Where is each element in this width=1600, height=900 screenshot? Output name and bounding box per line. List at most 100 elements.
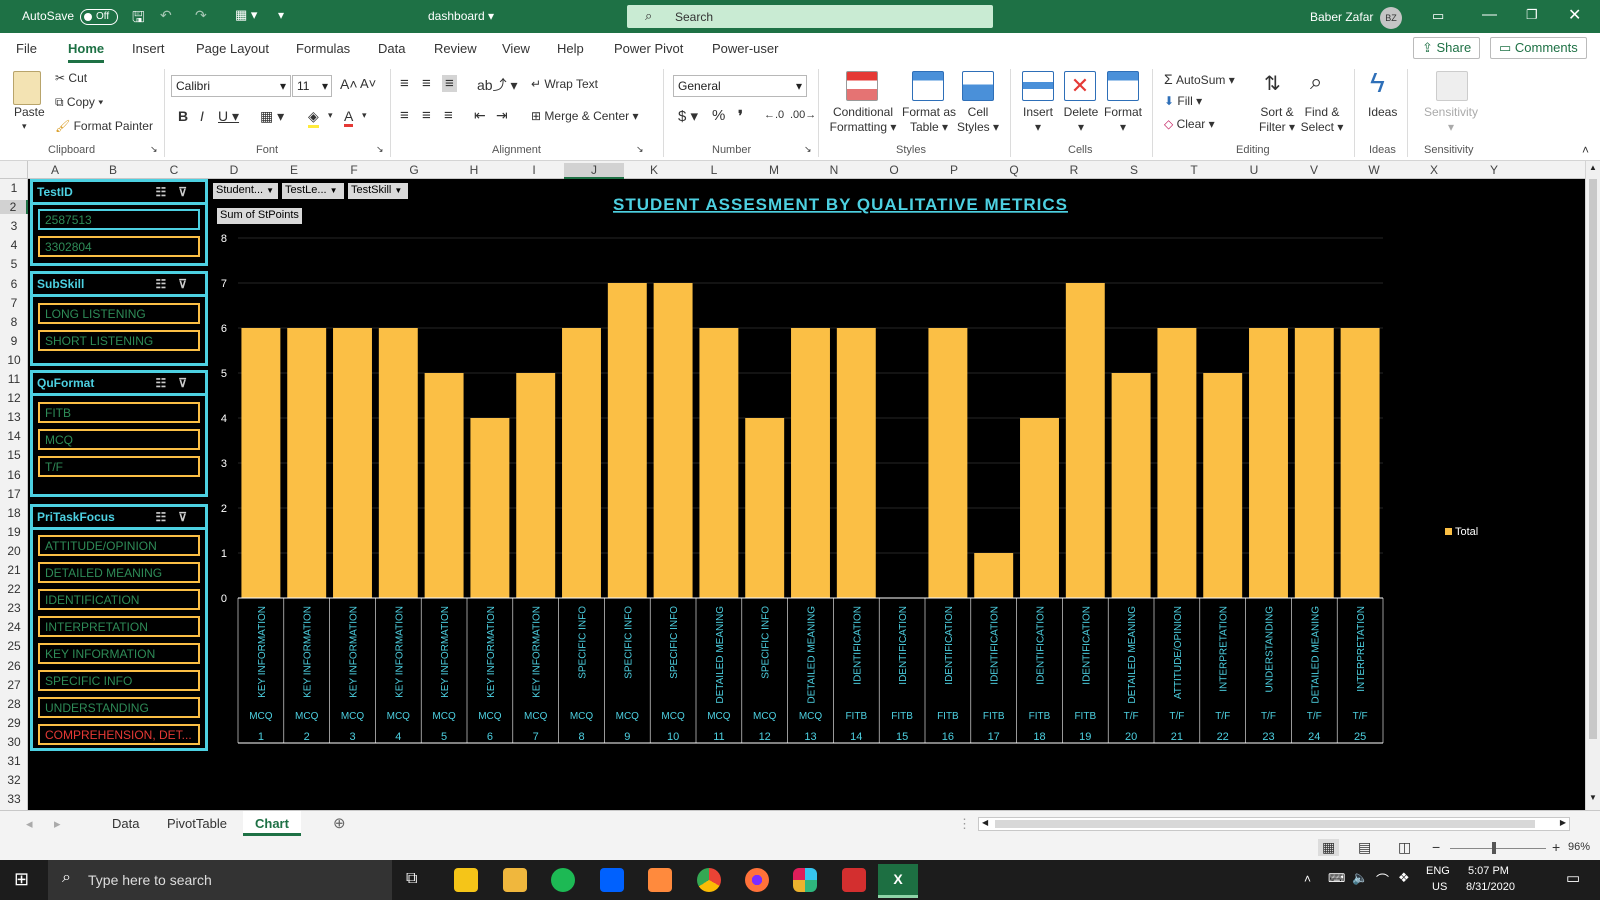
close-icon[interactable]: ✕ — [1568, 5, 1581, 25]
wrap-text-button[interactable]: ↵ Wrap Text — [531, 77, 598, 91]
row-header[interactable]: 5 — [0, 257, 28, 271]
sheet-tab-data[interactable]: Data — [112, 816, 139, 831]
pivot-chart[interactable]: STUDENT ASSESMENT BY QUALITATIVE METRICS… — [28, 179, 1585, 810]
increase-font-icon[interactable]: A˄ — [340, 76, 358, 92]
column-header[interactable]: A — [28, 163, 82, 177]
column-header[interactable]: I — [504, 163, 564, 177]
conditional-formatting-icon[interactable] — [846, 71, 878, 101]
slack-icon[interactable] — [793, 868, 817, 892]
excel-icon[interactable]: X — [878, 864, 918, 898]
file-explorer-icon[interactable] — [503, 868, 527, 892]
column-header[interactable]: L — [684, 163, 744, 177]
column-header[interactable]: X — [1404, 163, 1464, 177]
share-button[interactable]: ⇪ Share — [1413, 37, 1481, 59]
row-header[interactable]: 8 — [0, 315, 28, 329]
next-sheet-icon[interactable]: ▸ — [54, 816, 61, 832]
format-painter-button[interactable]: 🖌 Format Painter — [55, 119, 153, 133]
merge-center-button[interactable]: ⊞ Merge & Center ▾ — [531, 109, 638, 123]
alignment-launcher-icon[interactable]: ↘ — [636, 144, 644, 155]
column-header[interactable]: E — [264, 163, 324, 177]
wifi-icon[interactable]: ⌒ — [1376, 870, 1389, 889]
prev-sheet-icon[interactable]: ◂ — [26, 816, 33, 832]
sort-filter-icon[interactable]: ⇅ — [1264, 71, 1281, 96]
format-as-table-icon[interactable] — [912, 71, 944, 101]
align-center-icon[interactable]: ≡ — [422, 107, 431, 124]
format-as-table-button[interactable]: Format as Table ▾ — [897, 105, 961, 135]
italic-icon[interactable]: I — [200, 108, 204, 124]
chrome-icon[interactable] — [697, 868, 721, 892]
hscroll-thumb[interactable] — [995, 820, 1535, 828]
copy-button[interactable]: ⧉ Copy ▾ — [55, 95, 103, 110]
pivot-value-button[interactable]: Sum of StPoints — [217, 208, 302, 224]
menu-review[interactable]: Review — [434, 41, 477, 56]
row-header[interactable]: 29 — [0, 716, 28, 730]
acrobat-icon[interactable] — [842, 868, 866, 892]
row-header[interactable]: 9 — [0, 334, 28, 348]
menu-insert[interactable]: Insert — [132, 41, 165, 56]
row-header[interactable]: 30 — [0, 735, 28, 749]
redo-icon[interactable]: ↷ — [195, 7, 207, 24]
fill-color-icon[interactable]: ◈ — [308, 108, 319, 128]
page-layout-view-icon[interactable]: ▤ — [1358, 839, 1371, 856]
splitter-icon[interactable]: ⋮ — [958, 816, 971, 832]
column-header[interactable]: N — [804, 163, 864, 177]
row-header[interactable]: 21 — [0, 563, 28, 577]
video-player-icon[interactable] — [648, 868, 672, 892]
clipboard-launcher-icon[interactable]: ↘ — [150, 144, 158, 155]
fill-color-dropdown-icon[interactable]: ▾ — [328, 110, 333, 121]
quick-access-icon[interactable]: ▦ ▾ — [235, 7, 257, 23]
restore-icon[interactable]: ❐ — [1526, 7, 1538, 23]
sheet-tab-pivottable[interactable]: PivotTable — [167, 816, 227, 831]
paste-dropdown-icon[interactable]: ▾ — [22, 121, 27, 132]
ideas-icon[interactable]: ϟ — [1370, 67, 1385, 99]
comments-button[interactable]: ▭ Comments — [1490, 37, 1587, 59]
avatar[interactable]: BZ — [1380, 7, 1402, 29]
column-header[interactable]: U — [1224, 163, 1284, 177]
collapse-ribbon-icon[interactable]: ˄ — [1582, 143, 1589, 157]
zoom-slider-thumb[interactable] — [1492, 842, 1496, 854]
menu-formulas[interactable]: Formulas — [296, 41, 350, 56]
column-header[interactable]: M — [744, 163, 804, 177]
column-header[interactable]: B — [82, 163, 144, 177]
pivot-filter-testlevel[interactable]: TestLe... ▼ — [282, 183, 344, 199]
scroll-up-icon[interactable]: ▲ — [1589, 163, 1597, 172]
decrease-indent-icon[interactable]: ⇤ — [474, 107, 486, 124]
find-select-button[interactable]: Find & Select ▾ — [1298, 105, 1346, 135]
ideas-button[interactable]: Ideas — [1368, 105, 1397, 119]
align-middle-icon[interactable]: ≡ — [422, 75, 431, 92]
scroll-thumb[interactable] — [1589, 179, 1597, 739]
column-header[interactable]: S — [1104, 163, 1164, 177]
comma-icon[interactable]: ❜ — [738, 107, 743, 125]
column-header[interactable]: Y — [1464, 163, 1524, 177]
column-header[interactable]: V — [1284, 163, 1344, 177]
zoom-slider[interactable] — [1450, 848, 1546, 849]
column-header[interactable]: P — [924, 163, 984, 177]
format-cells-button[interactable]: Format ▾ — [1101, 105, 1145, 135]
column-header[interactable]: Q — [984, 163, 1044, 177]
sort-filter-button[interactable]: Sort & Filter ▾ — [1254, 105, 1300, 135]
column-header[interactable]: G — [384, 163, 444, 177]
pivot-filter-student[interactable]: Student... ▼ — [213, 183, 278, 199]
row-header[interactable]: 14 — [0, 429, 28, 443]
clock-time[interactable]: 5:07 PM — [1468, 865, 1509, 877]
select-all-corner[interactable] — [0, 161, 28, 179]
row-header[interactable]: 22 — [0, 582, 28, 596]
row-header[interactable]: 19 — [0, 525, 28, 539]
row-header[interactable]: 31 — [0, 754, 28, 768]
row-header[interactable]: 23 — [0, 601, 28, 615]
autosum-button[interactable]: Σ AutoSum ▾ — [1164, 71, 1235, 87]
fill-button[interactable]: ⬇ Fill ▾ — [1164, 94, 1202, 108]
column-header[interactable]: C — [144, 163, 204, 177]
row-header[interactable]: 24 — [0, 620, 28, 634]
document-title[interactable]: dashboard ▾ — [428, 9, 494, 23]
row-header[interactable]: 1 — [0, 181, 28, 195]
conditional-formatting-button[interactable]: Conditional Formatting ▾ — [828, 105, 898, 135]
row-header[interactable]: 20 — [0, 544, 28, 558]
tray-chevron-icon[interactable]: ˄ — [1304, 872, 1311, 886]
font-name-select[interactable]: Calibri ▾ — [171, 75, 291, 97]
align-top-icon[interactable]: ≡ — [400, 75, 409, 92]
menu-view[interactable]: View — [502, 41, 530, 56]
input-language[interactable]: ENG — [1426, 865, 1450, 877]
row-header[interactable]: 17 — [0, 487, 28, 501]
menu-help[interactable]: Help — [557, 41, 584, 56]
